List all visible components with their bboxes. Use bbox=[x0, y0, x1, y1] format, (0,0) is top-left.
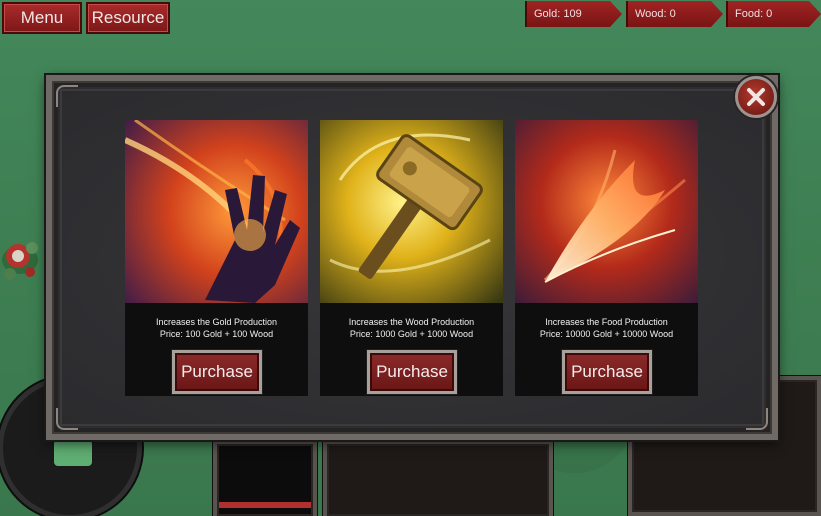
upgrade-card-wood: Increases the Wood Production Price: 100… bbox=[320, 120, 503, 396]
corner-ornament bbox=[746, 408, 768, 430]
close-icon bbox=[747, 88, 765, 106]
menu-button[interactable]: Menu bbox=[2, 2, 82, 34]
close-button[interactable] bbox=[735, 76, 777, 118]
flame-feather-icon bbox=[515, 120, 698, 303]
inventory-panel[interactable] bbox=[323, 440, 553, 516]
card-price: Price: 1000 Gold + 1000 Wood bbox=[349, 329, 474, 339]
purchase-button[interactable]: Purchase bbox=[367, 350, 457, 394]
wood-counter: Wood: 0 bbox=[626, 1, 723, 27]
fire-hand-icon bbox=[125, 120, 308, 303]
card-description: Increases the Wood Production bbox=[348, 317, 475, 327]
golden-hammer-icon bbox=[320, 120, 503, 303]
upgrade-card-food: Increases the Food Production Price: 100… bbox=[515, 120, 698, 396]
card-price: Price: 10000 Gold + 10000 Wood bbox=[539, 329, 674, 339]
purchase-button[interactable]: Purchase bbox=[562, 350, 652, 394]
minimap-marker bbox=[54, 440, 92, 466]
food-counter: Food: 0 bbox=[726, 1, 821, 27]
card-description: Increases the Gold Production bbox=[155, 317, 278, 327]
purchase-button[interactable]: Purchase bbox=[172, 350, 262, 394]
gold-counter: Gold: 109 bbox=[525, 1, 622, 27]
resource-button[interactable]: Resource bbox=[86, 2, 170, 34]
corner-ornament bbox=[56, 408, 78, 430]
upgrade-card-gold: Increases the Gold Production Price: 100… bbox=[125, 120, 308, 396]
player-character[interactable] bbox=[0, 226, 46, 288]
card-description: Increases the Food Production bbox=[545, 317, 668, 327]
health-bar bbox=[219, 502, 311, 508]
card-price: Price: 100 Gold + 100 Wood bbox=[159, 329, 274, 339]
corner-ornament bbox=[56, 85, 78, 107]
